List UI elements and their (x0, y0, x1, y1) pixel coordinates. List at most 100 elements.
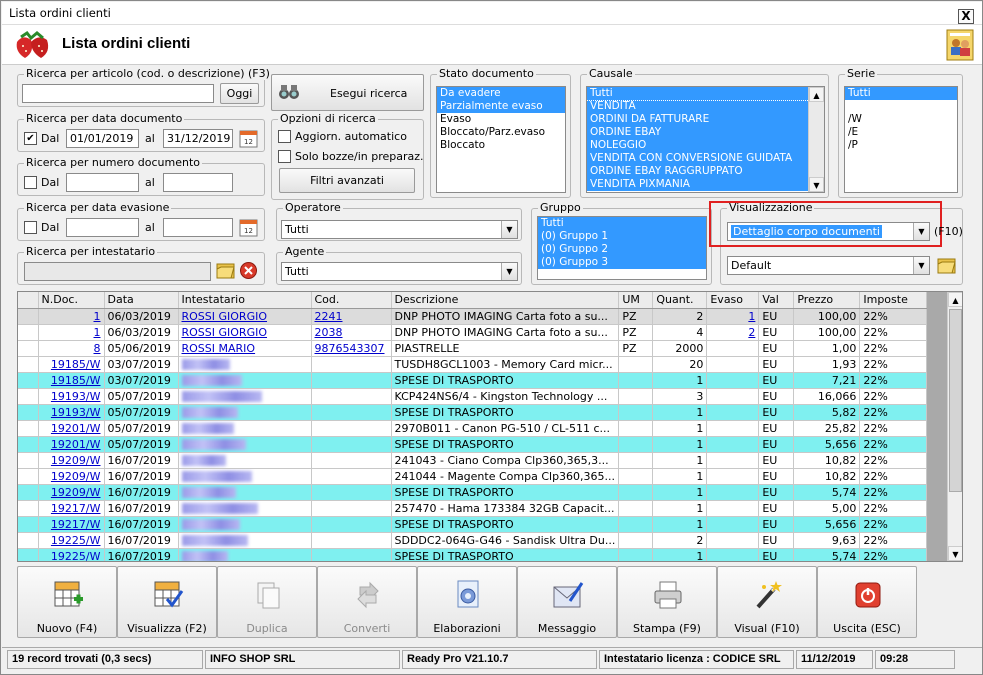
column-header[interactable]: Val (758, 292, 795, 309)
users-help-icon[interactable] (946, 29, 974, 61)
table-row[interactable]: 19201/W 05/07/2019 2970B011 - Canon PG-510… (18, 420, 928, 437)
serie-item[interactable]: /P (845, 139, 957, 152)
row-selector[interactable] (18, 532, 39, 549)
cell-link[interactable]: 19185/W (51, 374, 101, 387)
doc-status-list[interactable]: Da evadere Parzialmente evaso Evaso Bloc… (436, 86, 566, 193)
row-selector[interactable] (18, 404, 39, 421)
gruppo-item[interactable]: (0) Gruppo 1 (538, 230, 706, 243)
doc-status-item[interactable]: Parzialmente evaso (437, 100, 565, 113)
calendar-icon[interactable]: 12 (239, 129, 258, 148)
scroll-thumb[interactable] (949, 309, 962, 492)
folder-open-icon[interactable] (937, 256, 957, 275)
cell-link[interactable]: ROSSI GIORGIO (182, 326, 268, 339)
table-scrollbar[interactable]: ▲ ▼ (947, 292, 962, 561)
row-selector[interactable] (18, 468, 39, 485)
table-row[interactable]: 19209/W 16/07/2019 241044 - Magente Compa … (18, 468, 928, 485)
toolbar-button-convert[interactable]: Converti (317, 566, 417, 638)
gruppo-item[interactable]: (0) Gruppo 2 (538, 243, 706, 256)
cell-link[interactable]: 8 (94, 342, 101, 355)
cell-link[interactable]: ROSSI MARIO (182, 342, 256, 355)
causale-item[interactable]: VENDITA (587, 100, 809, 113)
cell-link[interactable]: 19201/W (51, 422, 101, 435)
column-header[interactable]: Descrizione (391, 292, 620, 309)
row-selector[interactable] (18, 484, 39, 501)
doc-status-item[interactable]: Da evadere (437, 87, 565, 100)
row-selector[interactable] (18, 452, 39, 469)
serie-item[interactable]: Tutti (845, 87, 957, 100)
cell-link[interactable]: 2 (748, 326, 755, 339)
chevron-down-icon[interactable]: ▼ (913, 223, 929, 240)
gruppo-item[interactable]: Tutti (538, 217, 706, 230)
row-selector[interactable] (18, 500, 39, 517)
cell-link[interactable]: 19225/W (51, 534, 101, 547)
column-header[interactable]: Prezzo (793, 292, 861, 309)
toolbar-button-duplicate[interactable]: Duplica (217, 566, 317, 638)
chevron-down-icon[interactable]: ▼ (501, 221, 517, 238)
toolbar-button-printer[interactable]: Stampa (F9) (617, 566, 717, 638)
toolbar-button-magic-wand[interactable]: Visual (F10) (717, 566, 817, 638)
toolbar-button-message[interactable]: Messaggio (517, 566, 617, 638)
cell-link[interactable]: 19209/W (51, 486, 101, 499)
cell-link[interactable]: 19201/W (51, 438, 101, 451)
row-selector[interactable] (18, 388, 39, 405)
serie-item[interactable]: /W (845, 113, 957, 126)
layout-select[interactable]: Default ▼ (727, 256, 930, 275)
cell-link[interactable]: 19209/W (51, 470, 101, 483)
scroll-up-icon[interactable]: ▲ (948, 292, 962, 307)
agent-select[interactable]: Tutti ▼ (281, 262, 518, 281)
table-row[interactable]: 19217/W 16/07/2019 SPESE DI TRASPORTO 1 EU 5,… (18, 516, 928, 533)
serie-item[interactable] (845, 100, 957, 113)
table-row[interactable]: 8 05/06/2019 ROSSI MARIO 9876543307 PIASTREL… (18, 340, 928, 357)
cell-link[interactable]: 19193/W (51, 406, 101, 419)
chevron-down-icon[interactable]: ▼ (501, 263, 517, 280)
causale-scrollbar[interactable]: ▲ ▼ (808, 87, 824, 192)
column-header[interactable]: Imposte (859, 292, 928, 309)
serie-list[interactable]: Tutti /W /E /P (844, 86, 958, 193)
cell-link[interactable]: 1 (94, 326, 101, 339)
run-search-button[interactable]: Esegui ricerca (271, 74, 424, 111)
table-row[interactable]: 19225/W 16/07/2019 SPESE DI TRASPORTO 1 EU 5,… (18, 548, 928, 562)
column-header[interactable]: Intestatario (178, 292, 312, 309)
advanced-filters-button[interactable]: Filtri avanzati (279, 168, 415, 193)
causale-item[interactable]: VENDITA PIXMANIA (587, 178, 809, 191)
close-button[interactable]: X (958, 9, 974, 24)
folder-open-icon[interactable] (216, 261, 235, 280)
cell-link[interactable]: 1 (94, 310, 101, 323)
evasion-date-to-input[interactable] (163, 218, 233, 237)
auto-refresh-checkbox[interactable] (278, 130, 291, 143)
causale-item[interactable]: VENDITA CON CONVERSIONE GUIDATA (587, 152, 809, 165)
table-row[interactable]: 19193/W 05/07/2019 SPESE DI TRASPORTO 1 EU 5,… (18, 404, 928, 421)
row-selector[interactable] (18, 436, 39, 453)
toolbar-button-exit[interactable]: Uscita (ESC) (817, 566, 917, 638)
doc-date-checkbox[interactable]: ✔ (24, 132, 37, 145)
toolbar-button-processing[interactable]: Elaborazioni (417, 566, 517, 638)
cell-link[interactable]: 19193/W (51, 390, 101, 403)
cell-link[interactable]: 2038 (315, 326, 343, 339)
cell-link[interactable]: 19217/W (51, 502, 101, 515)
cell-link[interactable]: 19225/W (51, 550, 101, 562)
operator-select[interactable]: Tutti ▼ (281, 220, 518, 239)
cell-link[interactable]: ROSSI GIORGIO (182, 310, 268, 323)
causale-item[interactable]: ORDINI DA FATTURARE (587, 113, 809, 126)
cell-link[interactable]: 19209/W (51, 454, 101, 467)
table-row[interactable]: 1 06/03/2019 ROSSI GIORGIO 2241 DNP PHOTO IM… (18, 308, 928, 325)
cell-link[interactable]: 2241 (315, 310, 343, 323)
cell-link[interactable]: 9876543307 (315, 342, 385, 355)
table-row[interactable]: 19185/W 03/07/2019 SPESE DI TRASPORTO 1 EU 7,… (18, 372, 928, 389)
row-selector[interactable] (18, 340, 39, 357)
cell-link[interactable]: 19185/W (51, 358, 101, 371)
column-header[interactable]: Cod. (311, 292, 392, 309)
table-row[interactable]: 1 06/03/2019 ROSSI GIORGIO 2038 DNP PHOTO IM… (18, 324, 928, 341)
doc-date-to-input[interactable]: 31/12/2019 (163, 129, 233, 148)
table-row[interactable]: 19193/W 05/07/2019 KCP424NS6/4 - Kingston … (18, 388, 928, 405)
calendar-icon[interactable]: 12 (239, 218, 258, 237)
column-header[interactable]: Quant. (652, 292, 708, 309)
causale-item[interactable]: NOLEGGIO (587, 139, 809, 152)
serie-item[interactable]: /E (845, 126, 957, 139)
table-row[interactable]: 19217/W 16/07/2019 257470 - Hama 173384 32… (18, 500, 928, 517)
doc-status-item[interactable]: Bloccato/Parz.evaso (437, 126, 565, 139)
row-selector[interactable] (18, 420, 39, 437)
column-header[interactable]: UM (618, 292, 654, 309)
row-selector[interactable] (18, 324, 39, 341)
gruppo-item[interactable]: (0) Gruppo 3 (538, 256, 706, 269)
